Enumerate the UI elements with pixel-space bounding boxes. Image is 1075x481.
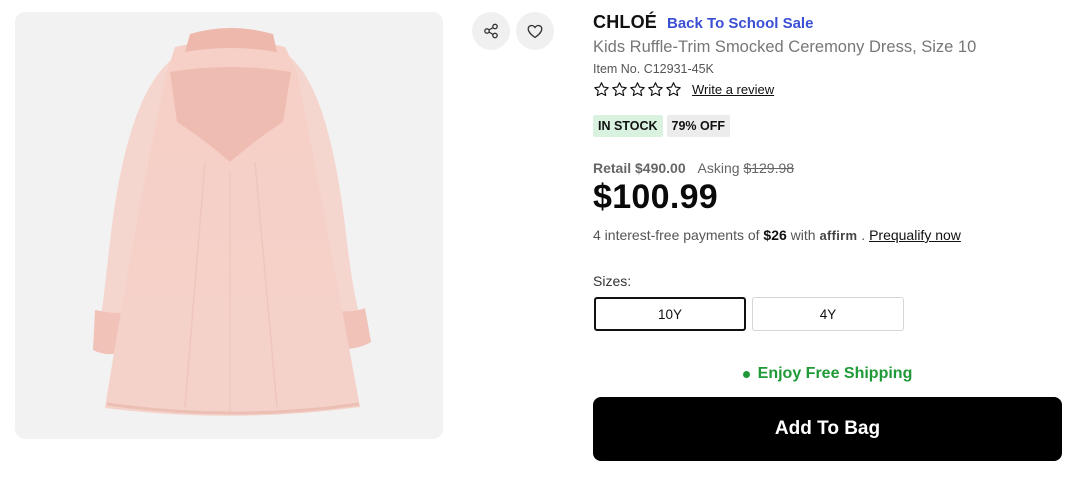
share-icon	[484, 23, 498, 39]
star-icon[interactable]	[611, 81, 628, 98]
add-to-bag-button[interactable]: Add To Bag	[593, 397, 1062, 461]
star-icon[interactable]	[665, 81, 682, 98]
share-button[interactable]	[472, 12, 510, 50]
affirm-row: 4 interest-free payments of $26 with aff…	[593, 227, 961, 243]
rating-row: Write a review	[593, 81, 774, 98]
star-icon[interactable]	[647, 81, 664, 98]
price-meta: Retail $490.00 Asking $129.98	[593, 160, 794, 176]
retail-price: Retail $490.00	[593, 160, 686, 176]
star-icon[interactable]	[593, 81, 610, 98]
in-stock-badge: IN STOCK	[593, 115, 663, 137]
wishlist-button[interactable]	[516, 12, 554, 50]
shipping-text: Enjoy Free Shipping	[757, 365, 913, 382]
affirm-with: with	[790, 227, 816, 243]
dress-illustration	[93, 28, 371, 416]
free-shipping-notice: Enjoy Free Shipping	[593, 365, 1062, 383]
affirm-logo: affirm	[819, 228, 858, 243]
sale-link[interactable]: Back To School Sale	[667, 15, 813, 32]
asking-label: Asking	[697, 160, 740, 176]
prequalify-link[interactable]: Prequalify now	[869, 227, 961, 243]
size-option-4y[interactable]: 4Y	[752, 297, 904, 331]
affirm-prefix: 4 interest-free payments of	[593, 227, 760, 243]
affirm-amount: $26	[763, 227, 787, 243]
size-option-10y[interactable]: 10Y	[594, 297, 746, 331]
rating-stars[interactable]	[593, 81, 682, 98]
asking-price: $129.98	[743, 160, 795, 176]
current-price: $100.99	[593, 178, 719, 216]
heart-icon	[527, 24, 543, 38]
item-number: Item No. C12931-45K	[593, 62, 714, 76]
product-title: Kids Ruffle-Trim Smocked Ceremony Dress,…	[593, 38, 977, 56]
badges: IN STOCK 79% OFF	[593, 115, 730, 137]
sizes-label: Sizes:	[593, 273, 632, 289]
affirm-dot: .	[861, 227, 866, 243]
product-image[interactable]	[15, 12, 443, 439]
status-dot-icon	[742, 370, 750, 378]
write-review-link[interactable]: Write a review	[692, 82, 774, 97]
star-icon[interactable]	[629, 81, 646, 98]
discount-badge: 79% OFF	[666, 115, 730, 137]
brand-row: CHLOÉ Back To School Sale	[593, 12, 813, 33]
brand-name[interactable]: CHLOÉ	[593, 12, 657, 33]
